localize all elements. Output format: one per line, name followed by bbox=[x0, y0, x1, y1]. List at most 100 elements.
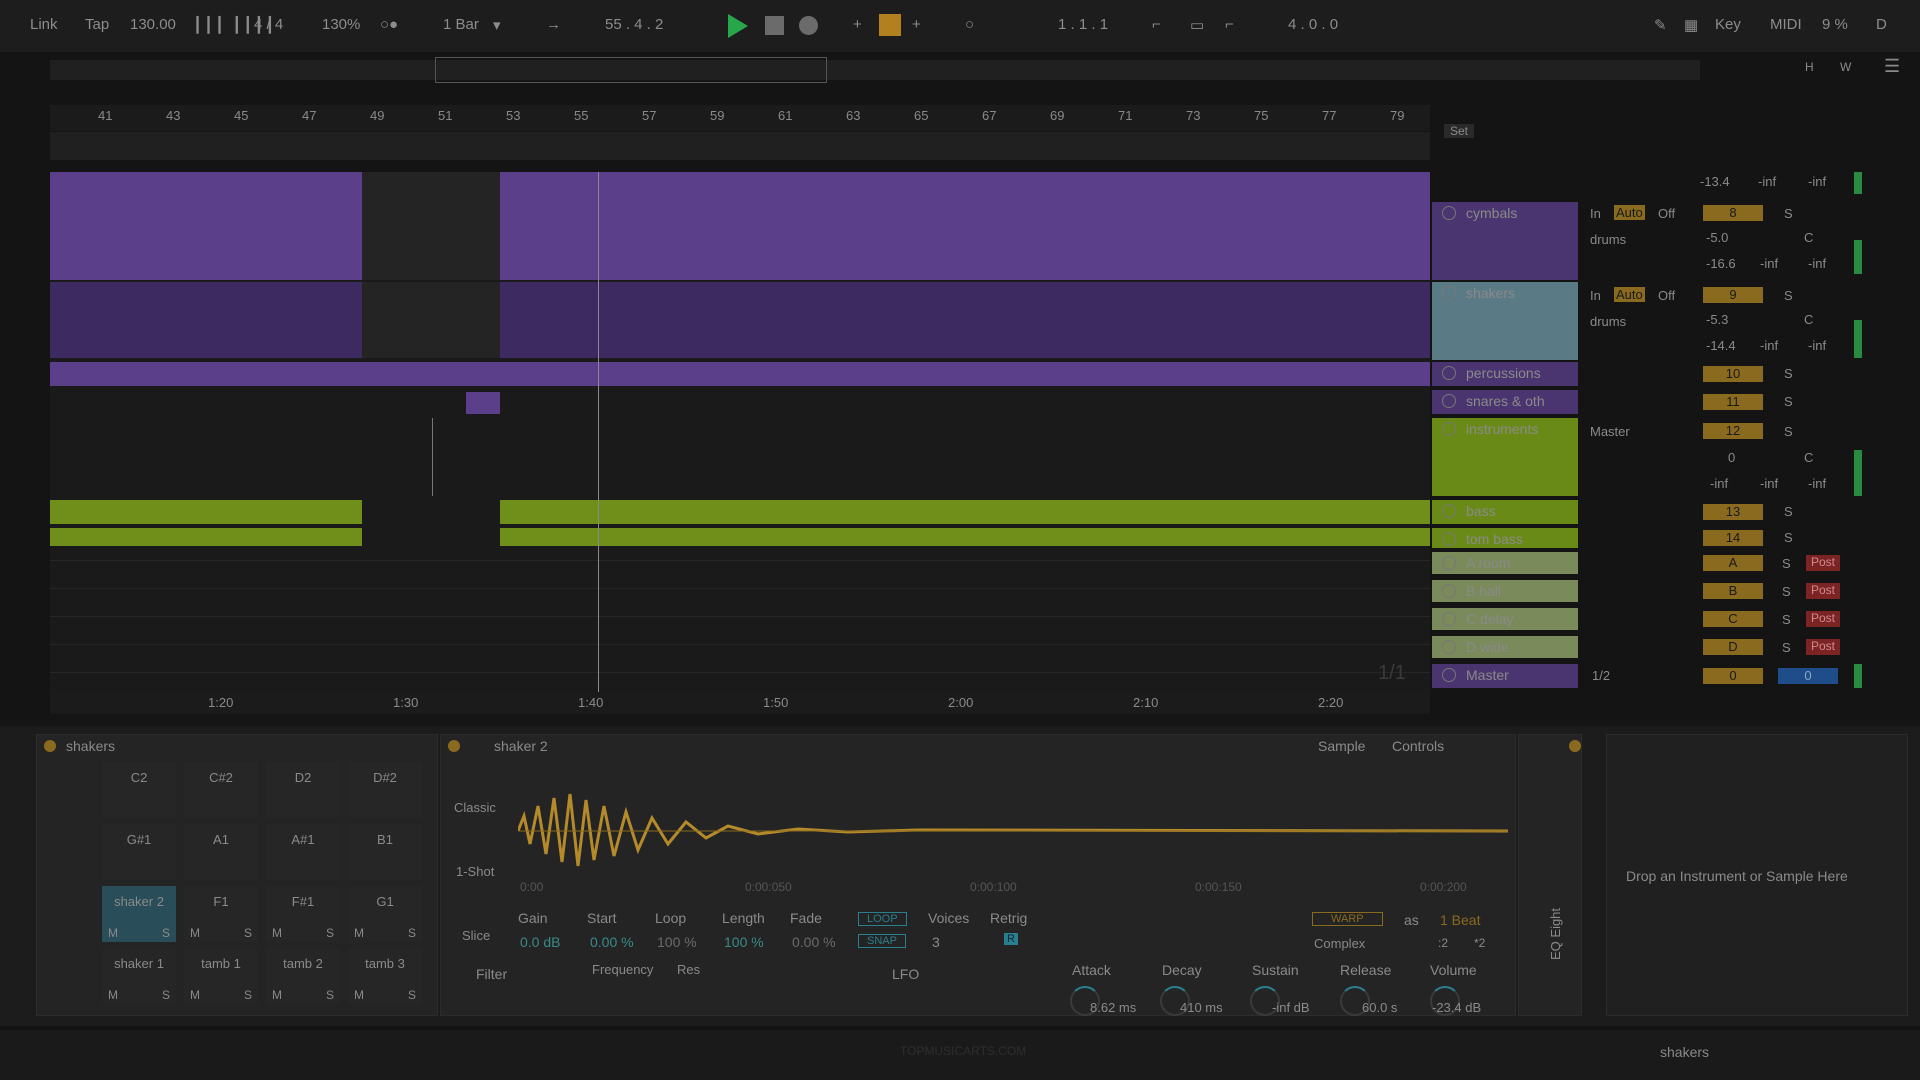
pad-mute-button[interactable]: M bbox=[272, 926, 282, 940]
pad-solo-button[interactable]: S bbox=[244, 988, 252, 1002]
pad-mute-button[interactable]: M bbox=[272, 988, 282, 1002]
drum-pad[interactable]: shaker 1 M S bbox=[102, 948, 176, 1004]
return-header-a[interactable]: A room bbox=[1432, 552, 1578, 574]
track-activator[interactable]: 14 bbox=[1703, 530, 1763, 546]
warp-mode[interactable]: Complex bbox=[1314, 936, 1365, 951]
length-value[interactable]: 100 % bbox=[724, 934, 764, 950]
drum-pad[interactable]: D2 bbox=[266, 762, 340, 818]
half-tempo-button[interactable]: :2 bbox=[1438, 936, 1448, 950]
solo-button[interactable]: S bbox=[1782, 584, 1791, 599]
pad-mute-button[interactable]: M bbox=[354, 988, 364, 1002]
monitor-auto[interactable]: Auto bbox=[1614, 287, 1645, 302]
track-header-bass[interactable]: bass bbox=[1432, 500, 1578, 524]
drum-pad[interactable]: C2 bbox=[102, 762, 176, 818]
time-ruler[interactable] bbox=[50, 692, 1430, 714]
return-header-c[interactable]: C delay bbox=[1432, 608, 1578, 630]
monitor-auto[interactable]: Auto bbox=[1614, 205, 1645, 220]
master-routing[interactable]: 1/2 bbox=[1592, 668, 1610, 683]
drum-pad[interactable]: shaker 2 M S bbox=[102, 886, 176, 942]
arrangement-overview[interactable] bbox=[50, 60, 1700, 80]
track-header-tom-bass[interactable]: tom bass bbox=[1432, 528, 1578, 548]
play-icon[interactable] bbox=[1442, 640, 1456, 654]
pad-solo-button[interactable]: S bbox=[162, 926, 170, 940]
song-position[interactable]: 55 . 4 . 2 bbox=[605, 16, 663, 33]
double-tempo-button[interactable]: *2 bbox=[1474, 936, 1485, 950]
tap-button[interactable]: Tap bbox=[85, 16, 109, 33]
warp-beats[interactable]: 1 Beat bbox=[1440, 912, 1480, 928]
fade-value[interactable]: 0.00 % bbox=[792, 934, 836, 950]
monitor-off[interactable]: Off bbox=[1658, 288, 1675, 303]
track-header-shakers[interactable]: shakers bbox=[1432, 282, 1578, 360]
width-toggle[interactable]: W bbox=[1840, 60, 1851, 74]
draw-mode-icon[interactable]: ✎ bbox=[1654, 16, 1667, 34]
key-map-button[interactable]: Key bbox=[1715, 16, 1741, 33]
start-value[interactable]: 0.00 % bbox=[590, 934, 634, 950]
link-button[interactable]: Link bbox=[30, 16, 58, 33]
pan-field[interactable]: C bbox=[1804, 450, 1813, 465]
master-volume[interactable]: 0 bbox=[1703, 668, 1763, 684]
filter-toggle[interactable]: Filter bbox=[476, 966, 507, 982]
post-button[interactable]: Post bbox=[1806, 555, 1840, 571]
post-button[interactable]: Post bbox=[1806, 639, 1840, 655]
solo-button[interactable]: S bbox=[1784, 504, 1793, 519]
menu-icon[interactable]: ☰ bbox=[1884, 56, 1900, 77]
tab-sample[interactable]: Sample bbox=[1318, 738, 1365, 754]
cymbals-clip[interactable] bbox=[500, 172, 1430, 280]
play-icon[interactable] bbox=[1442, 668, 1456, 682]
loop-value[interactable]: 100 % bbox=[657, 934, 697, 950]
device-on-icon[interactable] bbox=[1569, 740, 1581, 752]
track-activator[interactable]: 12 bbox=[1703, 423, 1763, 439]
pad-solo-button[interactable]: S bbox=[326, 988, 334, 1002]
bass-clip[interactable] bbox=[50, 500, 362, 524]
fold-icon[interactable] bbox=[1442, 394, 1456, 408]
pad-solo-button[interactable]: S bbox=[244, 926, 252, 940]
pad-mute-button[interactable]: M bbox=[354, 926, 364, 940]
track-activator[interactable]: 11 bbox=[1703, 394, 1763, 410]
automation-arm-icon[interactable] bbox=[879, 14, 901, 36]
master-pan[interactable]: 0 bbox=[1778, 668, 1838, 684]
solo-button[interactable]: S bbox=[1784, 424, 1793, 439]
mode-classic[interactable]: Classic bbox=[454, 800, 496, 815]
loop-switch-icon[interactable]: ▭ bbox=[1190, 16, 1204, 34]
drum-pad[interactable]: tamb 1 M S bbox=[184, 948, 258, 1004]
loop-toggle[interactable]: LOOP bbox=[858, 912, 907, 926]
height-toggle[interactable]: H bbox=[1805, 60, 1814, 74]
add-icon[interactable]: + bbox=[853, 16, 862, 33]
volume-field[interactable]: -5.0 bbox=[1706, 230, 1728, 245]
solo-button[interactable]: S bbox=[1784, 206, 1793, 221]
fold-icon[interactable] bbox=[1442, 366, 1456, 380]
loop-start-field[interactable]: 1 . 1 . 1 bbox=[1058, 16, 1108, 33]
bass-clip[interactable] bbox=[500, 500, 1430, 524]
play-icon[interactable] bbox=[1442, 556, 1456, 570]
track-activator[interactable]: 13 bbox=[1703, 504, 1763, 520]
zoom-field[interactable]: 130% bbox=[322, 16, 360, 33]
device-on-icon[interactable] bbox=[44, 740, 56, 752]
monitor-in[interactable]: In bbox=[1590, 288, 1601, 303]
pad-solo-button[interactable]: S bbox=[408, 988, 416, 1002]
output-routing[interactable]: Master bbox=[1590, 424, 1630, 439]
stop-button[interactable] bbox=[765, 16, 784, 35]
solo-button[interactable]: S bbox=[1784, 288, 1793, 303]
time-signature[interactable]: 4 / 4 bbox=[254, 16, 283, 33]
master-header[interactable]: Master bbox=[1432, 664, 1578, 688]
voices-value[interactable]: 3 bbox=[932, 934, 940, 950]
pad-mute-button[interactable]: M bbox=[108, 926, 118, 940]
pad-solo-button[interactable]: S bbox=[162, 988, 170, 1002]
tom-bass-clip[interactable] bbox=[500, 528, 1430, 546]
return-header-d[interactable]: D wide bbox=[1432, 636, 1578, 658]
drum-pad[interactable]: tamb 3 M S bbox=[348, 948, 422, 1004]
retrig-toggle[interactable]: R bbox=[1004, 933, 1018, 945]
track-activator[interactable]: 10 bbox=[1703, 366, 1763, 382]
tom-bass-clip[interactable] bbox=[50, 528, 362, 546]
track-header-cymbals[interactable]: cymbals bbox=[1432, 202, 1578, 280]
drum-pad[interactable]: F1 M S bbox=[184, 886, 258, 942]
track-header-snares[interactable]: snares & oth bbox=[1432, 390, 1578, 414]
pad-mute-button[interactable]: M bbox=[108, 988, 118, 1002]
fold-icon[interactable] bbox=[1442, 286, 1456, 300]
fold-icon[interactable] bbox=[1442, 422, 1456, 436]
solo-button[interactable]: S bbox=[1784, 366, 1793, 381]
drum-pad[interactable]: F#1 M S bbox=[266, 886, 340, 942]
return-activator[interactable]: C bbox=[1703, 611, 1763, 627]
fold-icon[interactable] bbox=[1442, 206, 1456, 220]
tempo-field[interactable]: 130.00 bbox=[130, 16, 176, 33]
